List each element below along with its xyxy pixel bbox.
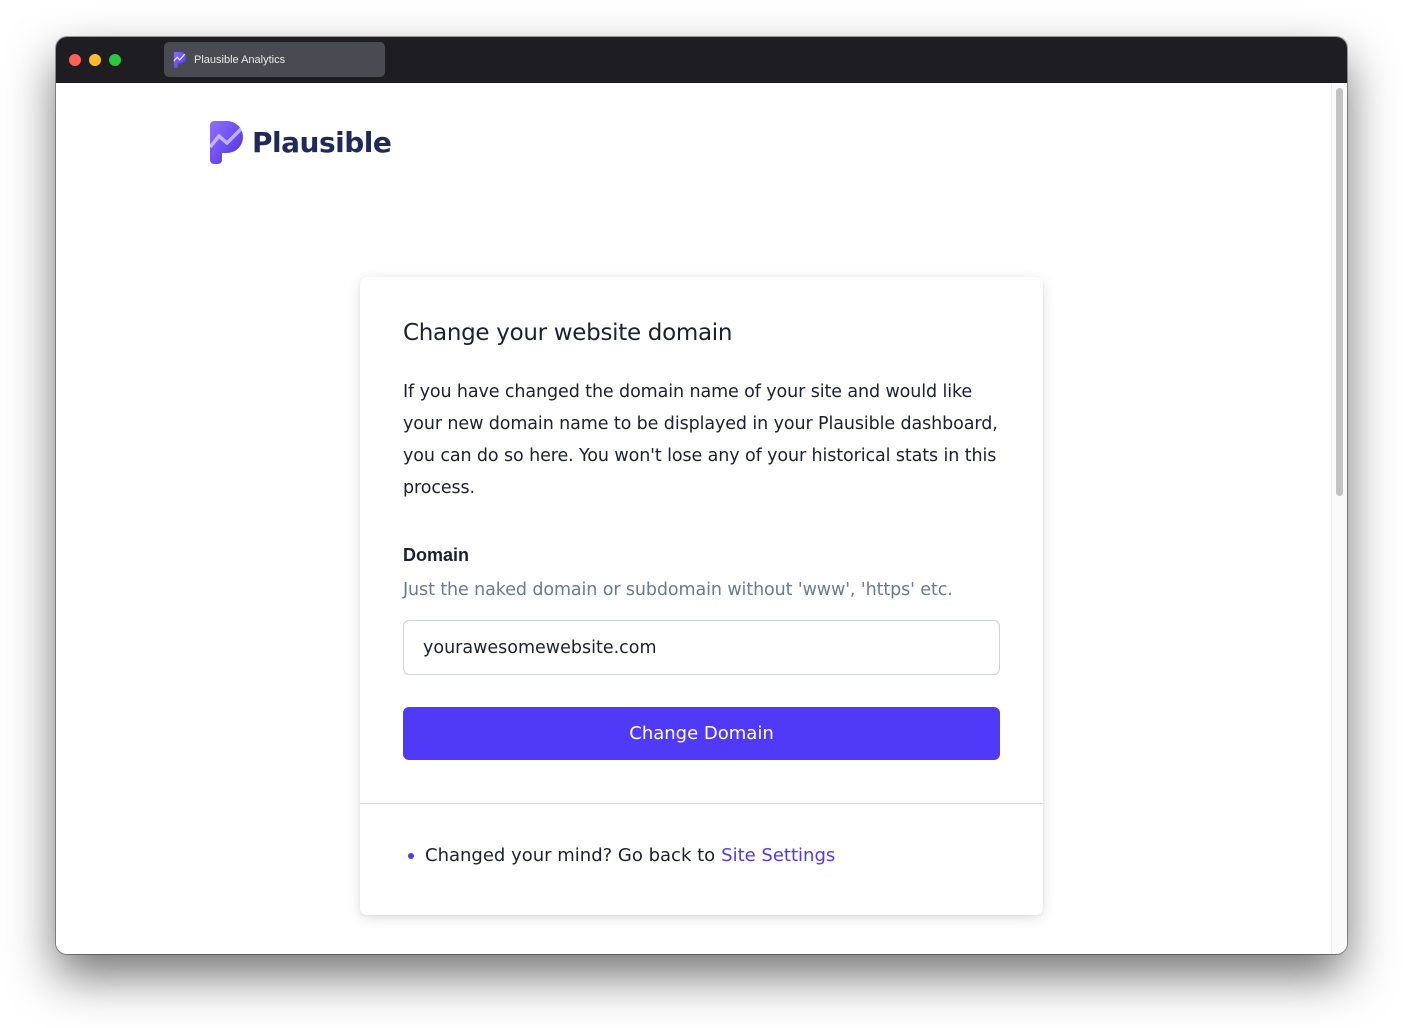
domain-input[interactable] (403, 620, 1000, 675)
change-domain-card: Change your website domain If you have c… (360, 277, 1043, 915)
tab-title: Plausible Analytics (194, 53, 286, 66)
list-item: Changed your mind? Go back to Site Setti… (403, 845, 835, 866)
maximize-window-button[interactable] (109, 54, 121, 66)
footer-text: Changed your mind? Go back to (425, 845, 716, 866)
card-divider (360, 803, 1043, 804)
footer-list: Changed your mind? Go back to Site Setti… (403, 845, 835, 866)
browser-titlebar: Plausible Analytics (56, 37, 1347, 83)
scrollbar[interactable] (1331, 83, 1347, 954)
change-domain-button[interactable]: Change Domain (403, 707, 1000, 760)
bullet-icon (408, 852, 414, 859)
plausible-mark-icon (208, 121, 243, 164)
minimize-window-button[interactable] (89, 54, 101, 66)
browser-tab[interactable]: Plausible Analytics (164, 42, 385, 77)
close-window-button[interactable] (69, 54, 81, 66)
plausible-logo[interactable]: Plausible (208, 121, 392, 164)
page-viewport: Plausible Change your website domain If … (56, 83, 1347, 954)
page-title: Change your website domain (403, 320, 733, 346)
site-settings-link[interactable]: Site Settings (721, 845, 835, 866)
card-description: If you have changed the domain name of y… (403, 382, 998, 498)
logo-text: Plausible (252, 126, 392, 159)
plausible-logo-icon (173, 51, 187, 68)
browser-window: Plausible Analytics Plausible Change you… (56, 37, 1347, 954)
scrollbar-thumb[interactable] (1336, 88, 1343, 496)
domain-label: Domain (403, 545, 470, 565)
domain-help-text: Just the naked domain or subdomain witho… (403, 580, 953, 600)
